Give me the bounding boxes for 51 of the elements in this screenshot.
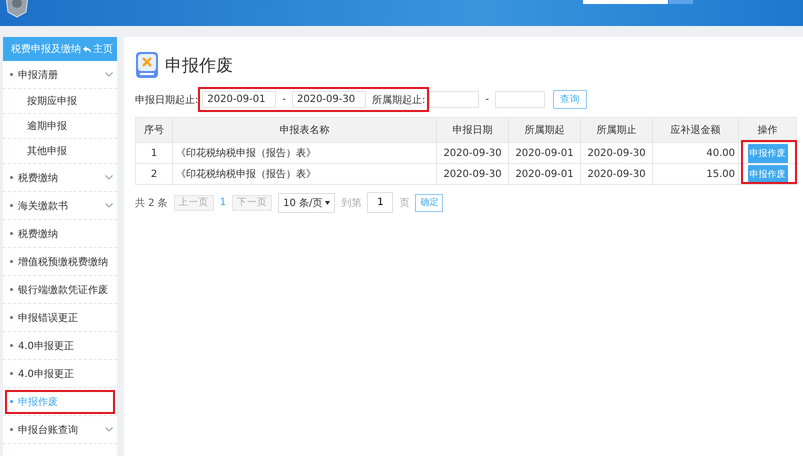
sidebar-item[interactable]: 申报台账查询 <box>3 416 117 444</box>
sidebar-item[interactable]: 申报清册 <box>3 61 117 89</box>
range-separator: - <box>281 94 287 105</box>
table-cell: 1 <box>136 142 172 164</box>
table-cell: 2020-09-30 <box>436 142 508 164</box>
column-header: 操作 <box>738 118 796 142</box>
table-cell: 2020-09-01 <box>508 142 580 164</box>
page-title: 申报作废 <box>165 54 233 76</box>
period-field[interactable] <box>494 91 545 108</box>
sidebar-title: 税费申报及缴纳 <box>11 42 81 56</box>
back-arrow-icon <box>83 46 91 52</box>
sidebar-item[interactable]: 增值税预缴税费缴纳 <box>3 248 117 276</box>
sidebar-item[interactable]: 税费缴纳 <box>3 220 117 248</box>
sidebar-item[interactable]: 申报错误更正 <box>3 304 117 332</box>
total-count: 共 2 条 <box>135 196 168 210</box>
sidebar-subitem[interactable]: 按期应申报 <box>3 89 117 114</box>
page-input[interactable]: 1 <box>367 192 394 213</box>
sidebar-item[interactable]: 4.0申报更正 <box>3 332 117 360</box>
date-field[interactable]: 2020-09-01 <box>202 91 276 108</box>
page-unit: 页 <box>399 196 410 210</box>
period-field[interactable] <box>429 91 480 108</box>
filter-label: 申报日期起止: <box>135 94 198 106</box>
column-header: 所属期止 <box>580 118 652 142</box>
column-header: 序号 <box>136 118 172 142</box>
table-cell: 2020-09-30 <box>580 164 652 184</box>
table-cell: 《印花税纳税申报（报告）表》 <box>172 164 436 184</box>
table-cell: 40.00 <box>652 142 738 164</box>
table-cell: 2020-09-30 <box>580 142 652 164</box>
page-size-select[interactable]: 10 条/页 <box>278 192 336 212</box>
goto-label: 到第 <box>341 196 362 210</box>
sidebar-item[interactable]: 税费缴纳 <box>3 164 117 192</box>
range-separator: - <box>484 94 490 105</box>
emblem-icon <box>4 0 30 18</box>
table-cell: 15.00 <box>652 164 738 184</box>
sidebar-item[interactable]: 海关缴款书 <box>3 192 117 220</box>
filter-label: 所属期起止: <box>372 94 426 106</box>
column-header: 申报表名称 <box>172 118 436 142</box>
table-cell: 2020-09-01 <box>508 164 580 184</box>
column-header: 申报日期 <box>436 118 508 142</box>
column-header: 应补退金额 <box>652 118 738 142</box>
table-cell: 2 <box>136 164 172 184</box>
sidebar-item[interactable]: 银行端缴款凭证作废 <box>3 276 117 304</box>
sidebar-subitem[interactable]: 逾期申报 <box>3 114 117 139</box>
caret-down-icon <box>325 200 330 204</box>
table-cell: 《印花税纳税申报（报告）表》 <box>172 142 436 164</box>
sidebar-item[interactable]: 4.0申报更正 <box>3 360 117 388</box>
sidebar-subitem[interactable]: 其他申报 <box>3 139 117 164</box>
date-field[interactable]: 2020-09-30 <box>292 91 366 108</box>
table-cell: 2020-09-30 <box>436 164 508 184</box>
column-header: 所属期起 <box>508 118 580 142</box>
document-cancel-icon <box>135 51 159 79</box>
